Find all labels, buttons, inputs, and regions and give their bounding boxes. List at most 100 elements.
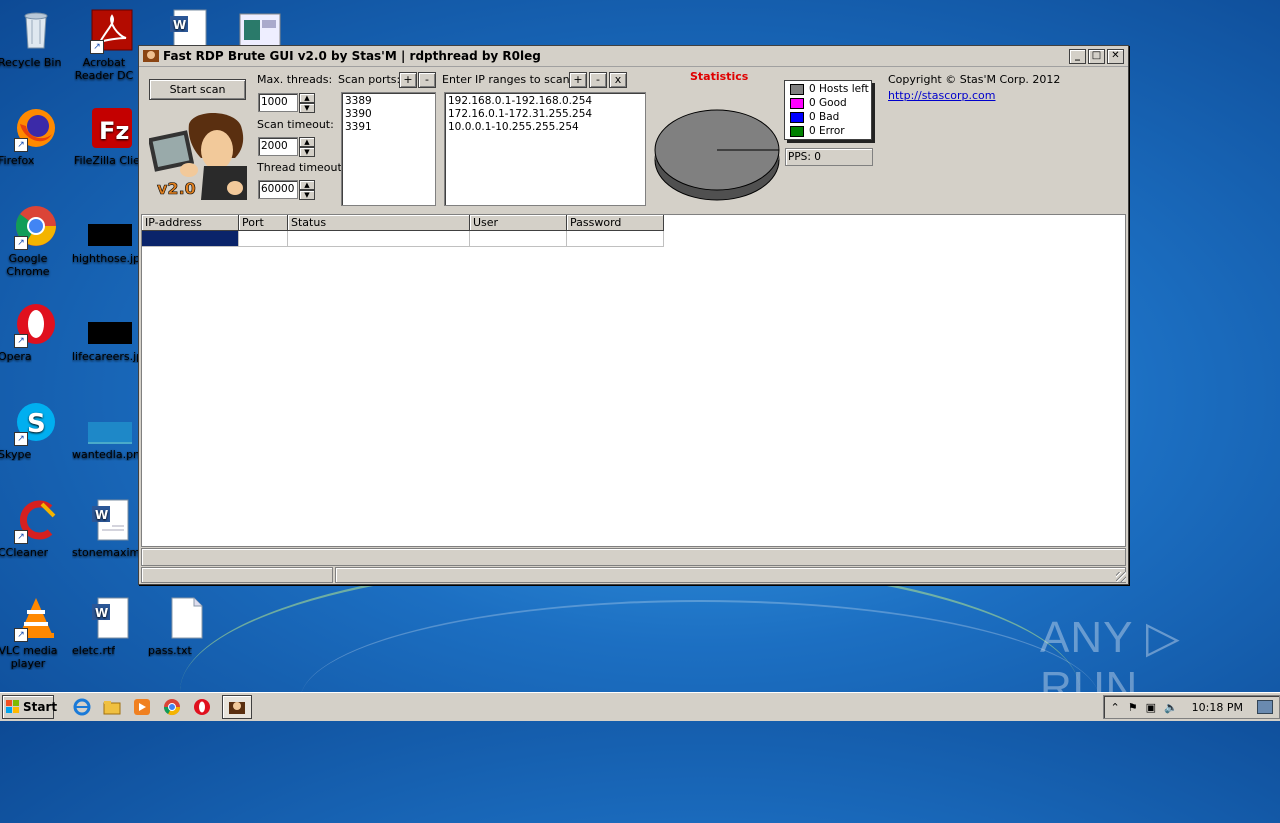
desktop-icon-recycle-bin[interactable]: Recycle Bin bbox=[0, 8, 74, 69]
table-cell[interactable] bbox=[288, 231, 470, 247]
scan-ports-label: Scan ports: bbox=[338, 73, 401, 86]
column-ip-address[interactable]: IP-address bbox=[142, 215, 239, 231]
chrome-taskbar-icon[interactable] bbox=[162, 697, 182, 717]
show-hidden-icons-icon[interactable]: ⌃ bbox=[1110, 701, 1119, 714]
vlc-icon: ↗ bbox=[14, 596, 58, 642]
desktop-icon-skype[interactable]: S ↗ Skype bbox=[0, 400, 74, 461]
media-player-taskbar-icon[interactable] bbox=[132, 697, 152, 717]
desktop-icon-highthose[interactable]: highthose.jpg bbox=[72, 204, 148, 265]
app-icon bbox=[143, 48, 159, 64]
svg-text:W: W bbox=[173, 18, 186, 32]
svg-text:W: W bbox=[95, 606, 108, 620]
progress-bar bbox=[141, 548, 1126, 566]
column-password[interactable]: Password bbox=[567, 215, 664, 231]
word-doc-icon: W bbox=[88, 498, 132, 542]
thread-timeout-label: Thread timeout: bbox=[257, 161, 346, 174]
desktop-icon-eletc[interactable]: W eletc.rtf bbox=[72, 596, 148, 657]
image-icon bbox=[88, 302, 132, 346]
desktop-icon-lifecareers[interactable]: lifecareers.jpg bbox=[72, 302, 150, 363]
text-file-icon bbox=[164, 596, 208, 640]
legend-good: 0 Good bbox=[785, 96, 871, 110]
column-status[interactable]: Status bbox=[288, 215, 470, 231]
explorer-taskbar-icon[interactable] bbox=[102, 697, 122, 717]
svg-text:Fz: Fz bbox=[99, 117, 129, 145]
ports-list[interactable]: 3389 3390 3391 bbox=[341, 92, 436, 206]
ccleaner-icon: ↗ bbox=[14, 498, 58, 544]
table-cell[interactable] bbox=[567, 231, 664, 247]
image-icon bbox=[88, 400, 132, 444]
ie-taskbar-icon[interactable] bbox=[72, 697, 92, 717]
windows-logo-icon bbox=[6, 700, 20, 714]
thread-timeout-input[interactable]: 60000 bbox=[258, 180, 298, 199]
scan-timeout-input[interactable]: 2000 bbox=[258, 137, 298, 156]
desktop-icon-opera[interactable]: ↗ Opera bbox=[0, 302, 74, 363]
resize-grip[interactable] bbox=[1116, 572, 1126, 582]
volume-icon[interactable]: 🔈 bbox=[1164, 701, 1178, 714]
action-center-flag-icon[interactable]: ⚑ bbox=[1128, 701, 1138, 714]
app-logo: v2.0 bbox=[147, 104, 247, 200]
table-cell[interactable] bbox=[470, 231, 567, 247]
thread-timeout-spinner[interactable]: ▲ ▼ bbox=[299, 180, 315, 200]
svg-text:S: S bbox=[27, 409, 46, 439]
pps-indicator: PPS: 0 bbox=[785, 148, 873, 166]
desktop-icon-firefox[interactable]: ↗ Firefox bbox=[0, 106, 74, 167]
start-scan-button[interactable]: Start scan bbox=[149, 79, 246, 100]
image-icon bbox=[88, 204, 132, 248]
svg-text:W: W bbox=[95, 508, 108, 522]
remove-ip-range-button[interactable]: - bbox=[589, 72, 607, 88]
table-row[interactable] bbox=[142, 231, 1125, 247]
opera-taskbar-icon[interactable] bbox=[192, 697, 212, 717]
desktop-icon-pass-txt[interactable]: pass.txt bbox=[148, 596, 224, 657]
system-tray: ⌃ ⚑ ▣ 🔈 10:18 PM bbox=[1103, 695, 1280, 719]
desktop-icon-wantedla[interactable]: wantedla.png bbox=[72, 400, 148, 461]
copyright-text: Copyright © Stas'M Corp. 2012 bbox=[888, 73, 1061, 86]
minimize-button[interactable]: _ bbox=[1069, 48, 1086, 64]
desktop-icon-stonemaxim[interactable]: W stonemaxim... bbox=[72, 498, 151, 559]
taskbar: Start ⌃ ⚑ ▣ 🔈 10:18 PM bbox=[0, 692, 1280, 721]
scan-timeout-spinner[interactable]: ▲ ▼ bbox=[299, 137, 315, 157]
statistics-label: Statistics bbox=[690, 70, 749, 83]
maximize-button[interactable]: □ bbox=[1088, 48, 1105, 64]
scan-timeout-label: Scan timeout: bbox=[257, 118, 334, 131]
opera-icon: ↗ bbox=[14, 302, 58, 348]
start-button[interactable]: Start bbox=[2, 695, 57, 719]
max-threads-spinner[interactable]: ▲ ▼ bbox=[299, 93, 315, 113]
status-panel bbox=[141, 567, 333, 583]
title-bar: Fast RDP Brute GUI v2.0 by Stas'M | rdpt… bbox=[139, 46, 1128, 67]
fast-rdp-brute-taskbar-button[interactable] bbox=[222, 695, 252, 719]
legend-bad: 0 Bad bbox=[785, 110, 871, 124]
acrobat-icon: ↗ bbox=[90, 8, 134, 54]
max-threads-input[interactable]: 1000 bbox=[258, 93, 298, 112]
svg-text:v2.0: v2.0 bbox=[157, 179, 196, 198]
skype-icon: S ↗ bbox=[14, 400, 58, 446]
firefox-icon: ↗ bbox=[14, 106, 58, 152]
desktop-icon-ccleaner[interactable]: ↗ CCleaner bbox=[0, 498, 74, 559]
desktop-icon-vlc[interactable]: ↗ VLC media player bbox=[0, 596, 74, 670]
clock[interactable]: 10:18 PM bbox=[1192, 701, 1243, 714]
statistics-legend: 0 Hosts left 0 Good 0 Bad 0 Error bbox=[784, 80, 872, 140]
selected-cell[interactable] bbox=[142, 231, 239, 247]
recycle-bin-icon bbox=[14, 8, 58, 52]
legend-error: 0 Error bbox=[785, 124, 871, 138]
word-doc-icon: W bbox=[88, 596, 132, 640]
window-title: Fast RDP Brute GUI v2.0 by Stas'M | rdpt… bbox=[163, 49, 541, 63]
add-port-button[interactable]: + bbox=[399, 72, 417, 88]
status-panel bbox=[335, 567, 1126, 583]
results-table[interactable]: IP-address Port Status User Password bbox=[141, 214, 1126, 547]
network-icon[interactable]: ▣ bbox=[1146, 701, 1156, 714]
chrome-icon: ↗ bbox=[14, 204, 58, 250]
column-port[interactable]: Port bbox=[239, 215, 288, 231]
clear-ip-ranges-button[interactable]: x bbox=[609, 72, 627, 88]
table-cell[interactable] bbox=[239, 231, 288, 247]
app-window: Fast RDP Brute GUI v2.0 by Stas'M | rdpt… bbox=[138, 45, 1129, 585]
legend-hosts-left: 0 Hosts left bbox=[785, 82, 871, 96]
desktop-icon-chrome[interactable]: ↗ Google Chrome bbox=[0, 204, 74, 278]
column-user[interactable]: User bbox=[470, 215, 567, 231]
add-ip-range-button[interactable]: + bbox=[569, 72, 587, 88]
ip-ranges-list[interactable]: 192.168.0.1-192.168.0.254 172.16.0.1-172… bbox=[444, 92, 646, 206]
remove-port-button[interactable]: - bbox=[418, 72, 436, 88]
statistics-pie-chart bbox=[653, 102, 783, 209]
website-link[interactable]: http://stascorp.com bbox=[888, 89, 996, 102]
show-desktop-button[interactable] bbox=[1257, 700, 1273, 714]
close-button[interactable]: ✕ bbox=[1107, 48, 1124, 64]
